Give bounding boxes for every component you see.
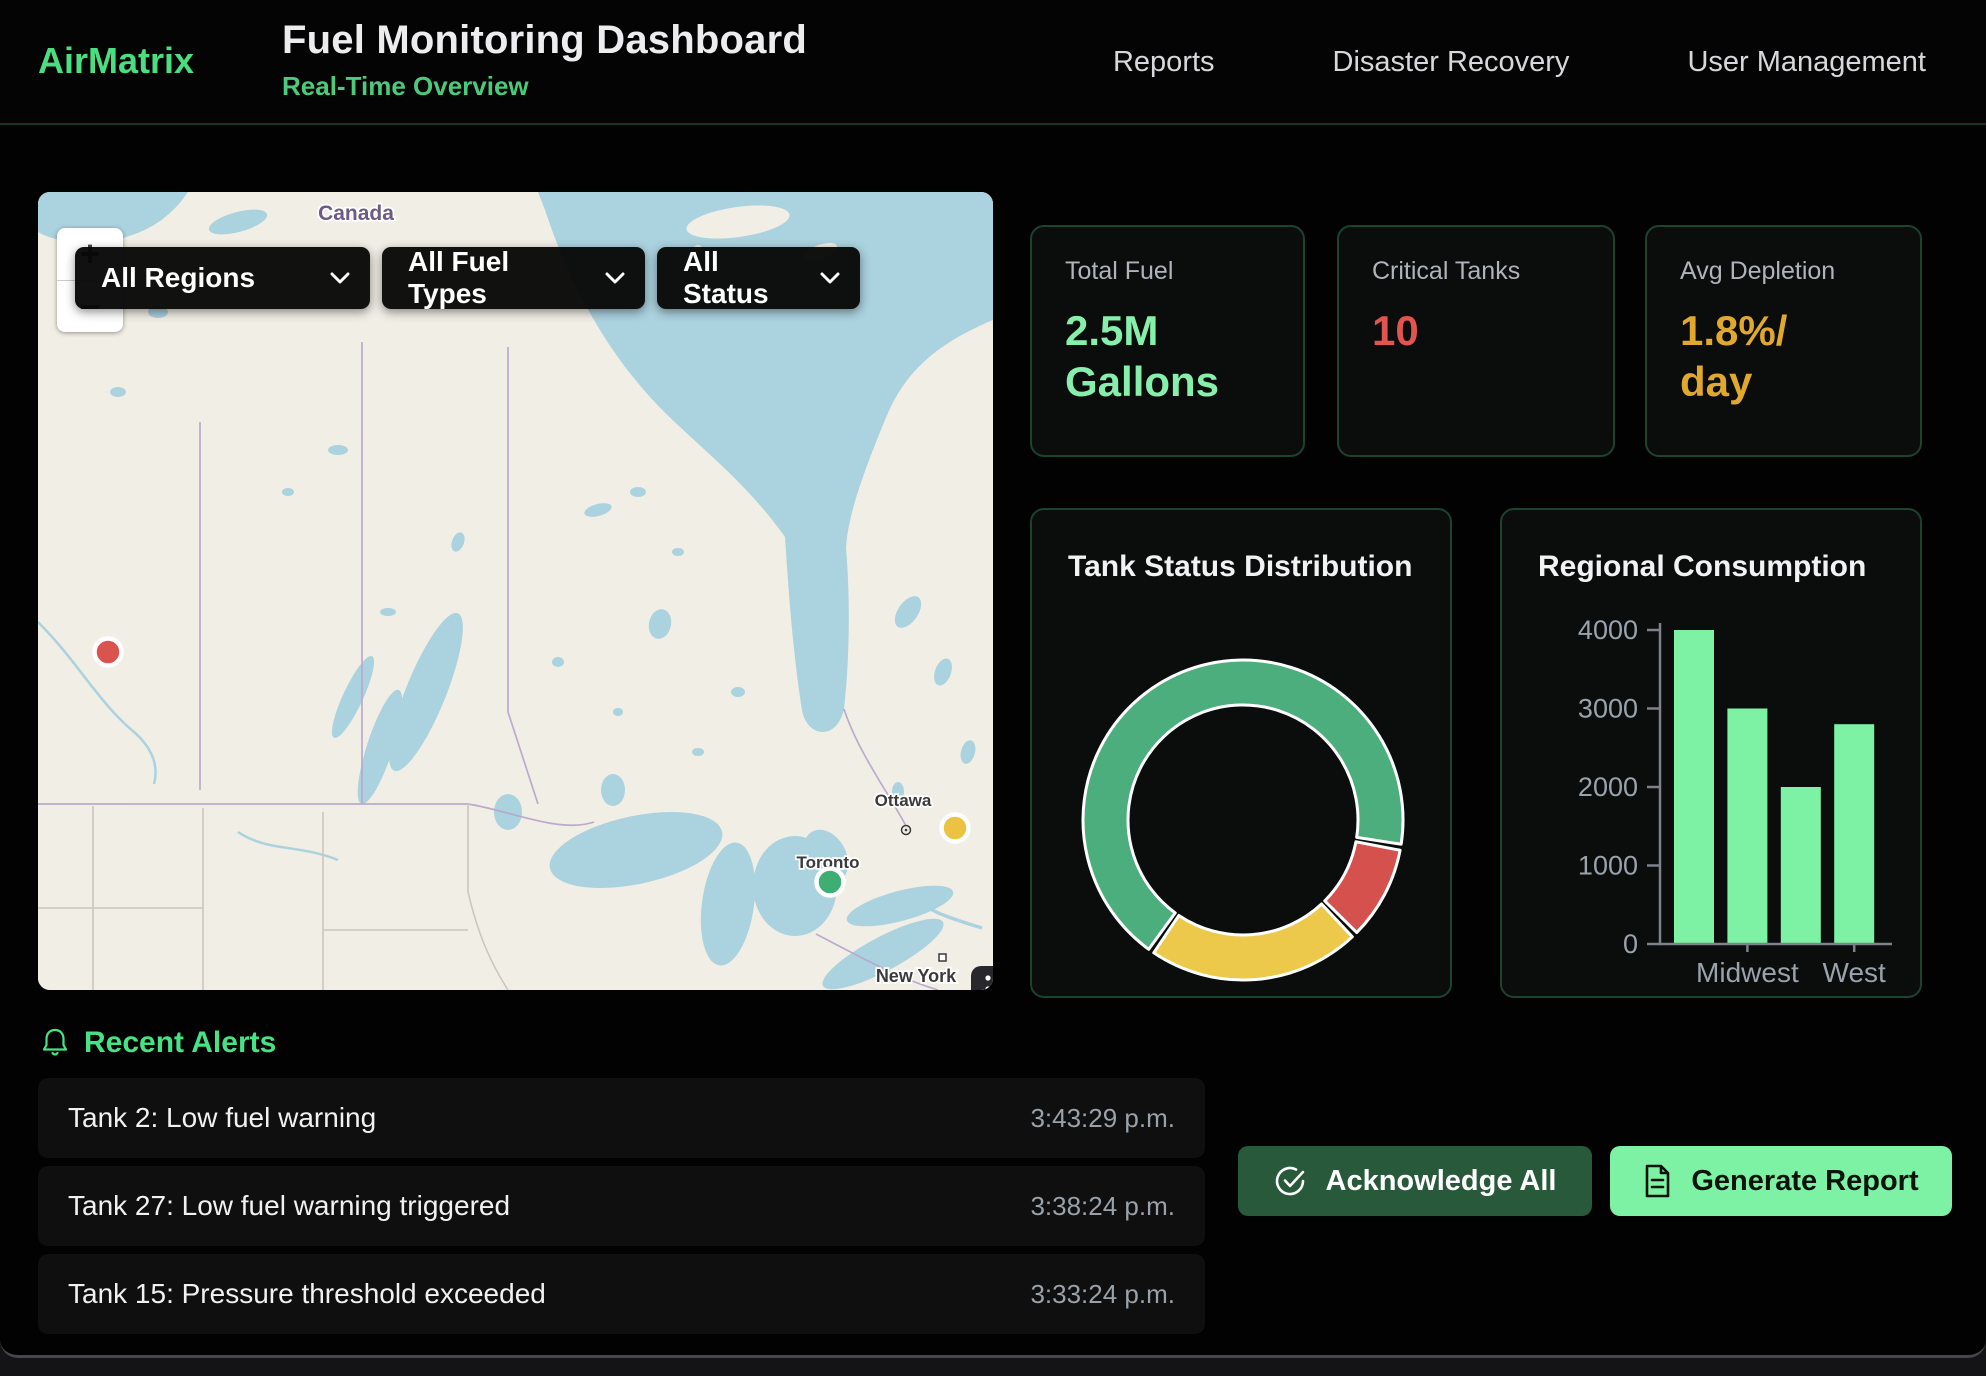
acknowledge-all-button[interactable]: Acknowledge All — [1238, 1146, 1592, 1216]
nav-disaster-recovery[interactable]: Disaster Recovery — [1333, 46, 1570, 79]
page-title: Fuel Monitoring Dashboard — [282, 18, 807, 63]
alert-row: Tank 15: Pressure threshold exceeded 3:3… — [38, 1254, 1205, 1334]
bell-icon — [42, 1028, 68, 1058]
region-filter-value: All Regions — [101, 262, 255, 294]
warning-tank-marker[interactable] — [942, 815, 969, 842]
regional-consumption-bar-chart: 0 1000 2000 3000 4000 Midwest West — [1502, 510, 1924, 1000]
bar-1 — [1727, 709, 1767, 945]
bar-0 — [1674, 630, 1714, 944]
alert-text: Tank 2: Low fuel warning — [68, 1102, 376, 1134]
stat-value: 1.8%/day — [1680, 305, 1787, 407]
normal-tank-marker[interactable] — [817, 869, 844, 896]
alert-row: Tank 27: Low fuel warning triggered 3:38… — [38, 1166, 1205, 1246]
map-filters: All Regions All Fuel Types All Status — [75, 247, 860, 309]
bar-2 — [1781, 787, 1821, 944]
svg-text:West: West — [1823, 957, 1886, 988]
regional-consumption-chart-card: Regional Consumption 01000200030004000Mi… — [1500, 508, 1922, 998]
alert-time: 3:43:29 p.m. — [1030, 1103, 1175, 1134]
stat-label: Total Fuel — [1065, 257, 1173, 286]
app-header: AirMatrix Fuel Monitoring Dashboard Real… — [0, 0, 1986, 125]
alert-text: Tank 15: Pressure threshold exceeded — [68, 1278, 546, 1310]
stat-value: 2.5MGallons — [1065, 305, 1219, 407]
dashboard-shell: AirMatrix Fuel Monitoring Dashboard Real… — [0, 0, 1986, 1358]
page-subtitle: Real-Time Overview — [282, 71, 807, 102]
tank-status-chart-card: Tank Status Distribution — [1030, 508, 1452, 998]
status-filter-value: All Status — [683, 246, 802, 310]
svg-text:0: 0 — [1623, 929, 1638, 959]
stat-value: 10 — [1372, 305, 1419, 356]
stat-card-avg-depletion: Avg Depletion 1.8%/day — [1645, 225, 1922, 457]
alert-row: Tank 2: Low fuel warning 3:43:29 p.m. — [38, 1078, 1205, 1158]
alerts-title: Recent Alerts — [84, 1026, 276, 1060]
stat-card-critical-tanks: Critical Tanks 10 — [1337, 225, 1615, 457]
fuel-type-filter-value: All Fuel Types — [408, 246, 587, 310]
chevron-down-icon — [820, 272, 840, 285]
alerts-header: Recent Alerts — [42, 1026, 276, 1060]
map-resize-grip-icon[interactable] — [971, 966, 993, 990]
brand-logo[interactable]: AirMatrix — [38, 40, 194, 82]
bar-3 — [1834, 724, 1874, 944]
critical-tank-marker[interactable] — [95, 639, 122, 666]
tank-status-chart-title: Tank Status Distribution — [1068, 550, 1412, 584]
svg-text:Midwest: Midwest — [1696, 957, 1799, 988]
city-label-ottawa: Ottawa — [875, 791, 932, 810]
city-label-new-york: New York — [876, 966, 957, 986]
fuel-type-filter-dropdown[interactable]: All Fuel Types — [382, 247, 645, 309]
country-label: Canada — [318, 202, 394, 225]
svg-text:3000: 3000 — [1578, 694, 1638, 724]
nav-user-management[interactable]: User Management — [1687, 46, 1926, 79]
svg-text:2000: 2000 — [1578, 772, 1638, 802]
alert-time: 3:38:24 p.m. — [1030, 1191, 1175, 1222]
alert-time: 3:33:24 p.m. — [1030, 1279, 1175, 1310]
tank-status-donut-chart — [1073, 650, 1413, 990]
map-canvas[interactable]: Canada Ottawa Toronto New York — [38, 192, 993, 990]
stat-label: Critical Tanks — [1372, 257, 1520, 286]
chevron-down-icon — [605, 272, 625, 285]
nav-reports[interactable]: Reports — [1113, 46, 1215, 79]
svg-text:4000: 4000 — [1578, 615, 1638, 645]
region-filter-dropdown[interactable]: All Regions — [75, 247, 370, 309]
map-panel[interactable]: Canada Ottawa Toronto New York + − — [38, 192, 993, 990]
title-block: Fuel Monitoring Dashboard Real-Time Over… — [282, 18, 807, 102]
generate-report-button[interactable]: Generate Report — [1610, 1146, 1952, 1216]
main-nav: Reports Disaster Recovery User Managemen… — [1113, 0, 1926, 125]
check-circle-icon — [1274, 1165, 1306, 1197]
alert-text: Tank 27: Low fuel warning triggered — [68, 1190, 510, 1222]
stat-card-total-fuel: Total Fuel 2.5MGallons — [1030, 225, 1305, 457]
document-icon — [1643, 1164, 1671, 1198]
status-filter-dropdown[interactable]: All Status — [657, 247, 860, 309]
chevron-down-icon — [330, 272, 350, 285]
donut-slice-warning — [1154, 904, 1353, 980]
svg-text:1000: 1000 — [1578, 851, 1638, 881]
stat-label: Avg Depletion — [1680, 257, 1835, 286]
